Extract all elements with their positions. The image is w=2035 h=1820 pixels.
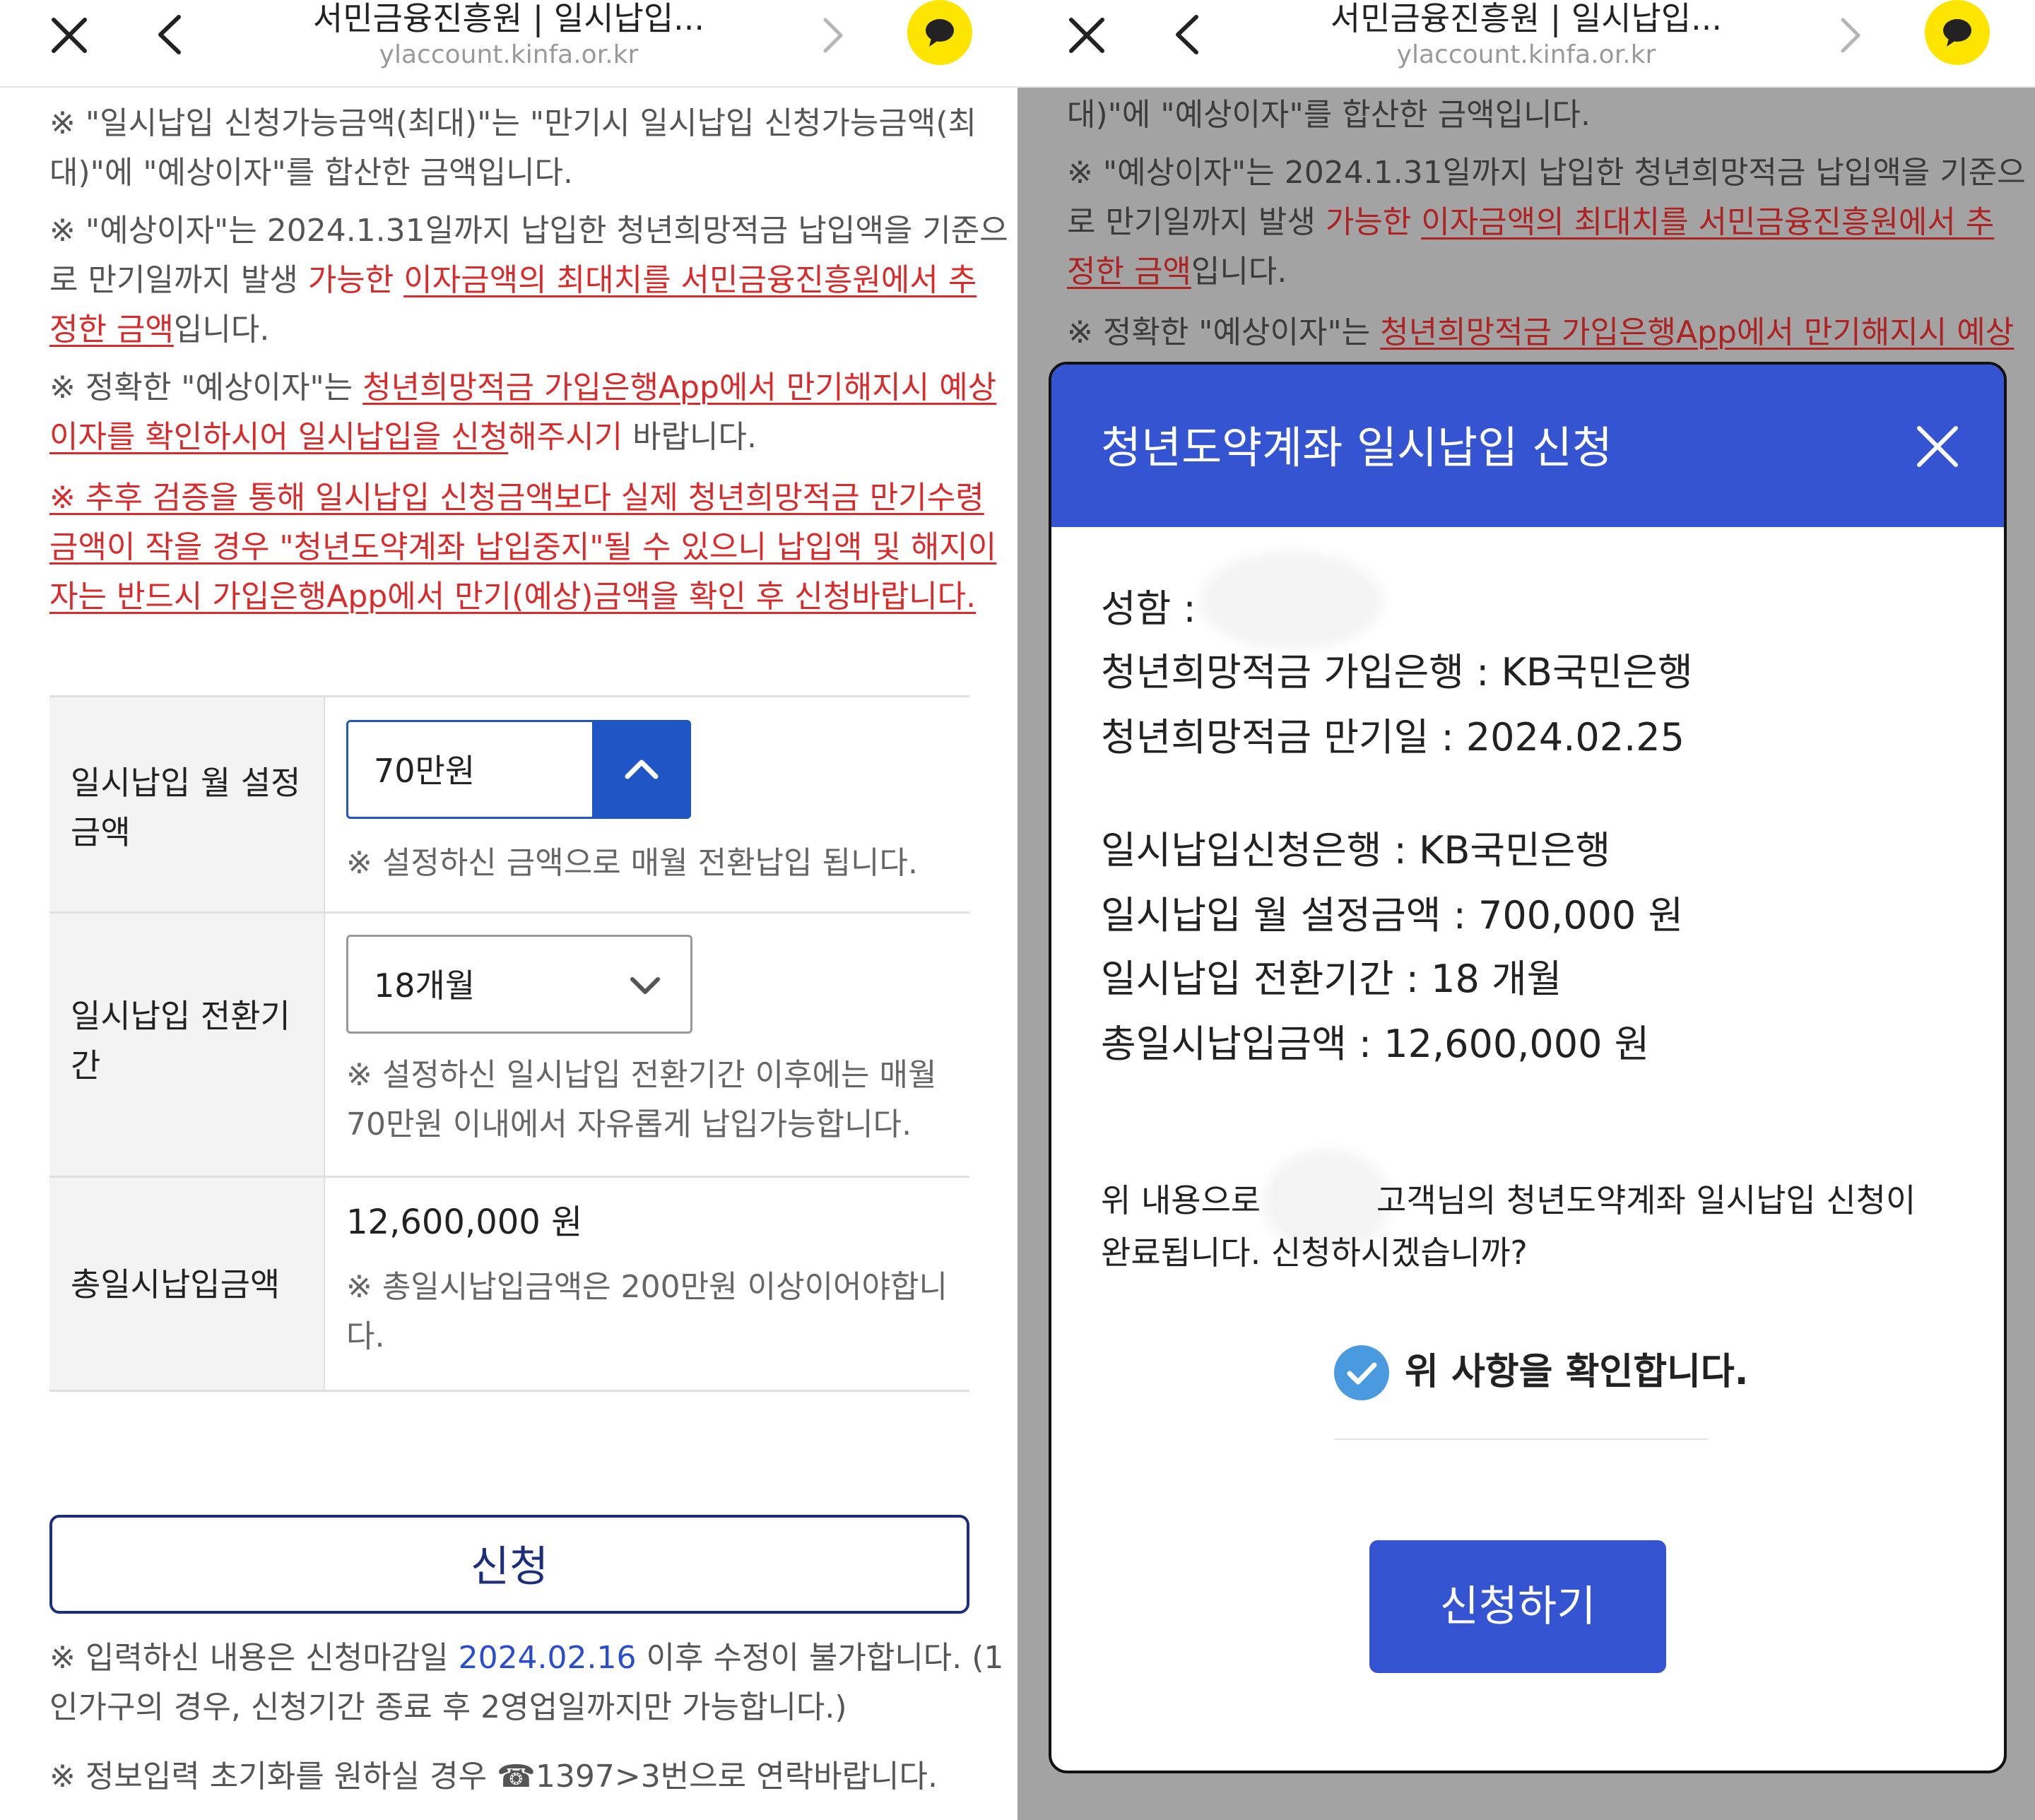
monthly-amount-label-line-1: 일시납입 월 설정 [71,764,301,802]
monthly-amount-row: 일시납입 월 설정 금액 70만원 ※ 설정하신 금액으로 매월 전환납입 됩니… [49,695,969,911]
notice-4-line-1: ※ 추후 검증을 통해 일시납입 신청금액보다 실제 청년희망적금 만기수령 [49,480,984,516]
footer-note-1-text: ※ 입력하신 내용은 신청마감일 [49,1640,459,1676]
monthly-amount-select[interactable]: 70만원 [346,720,691,819]
footer-note-1-line-2: 인가구의 경우, 신청기간 종료 후 2영업일까지만 가능합니다.) [49,1689,847,1725]
notice-2-text-end: 입니다. [173,312,270,348]
right-screen: 서민금융진흥원 | 일시납입... ylaccount.kinfa.or.kr … [1018,0,2035,1820]
period-label: 일시납입 전환기 간 [49,914,325,1176]
notice-3-line-1: ※ 정확한 "예상이자"는 청년희망적금 가입은행App에서 만기해지시 예상 [49,363,996,413]
back-icon[interactable] [152,11,187,58]
kakaotalk-button[interactable] [1925,0,1990,65]
kakaotalk-button[interactable] [907,0,972,65]
total-note-line-2: 다. [346,1318,385,1354]
notice-1-line-1: ※ "일시납입 신청가능금액(최대)"는 "만기시 일시납입 신청가능금액(최 [49,105,977,141]
notice-3-line-2: 이자를 확인하시어 일시납입을 신청해주시기 바랍니다. [49,413,757,462]
monthly-amount-label-line-2: 금액 [71,813,131,851]
browser-topbar: 서민금융진흥원 | 일시납입... ylaccount.kinfa.or.kr [0,0,1018,88]
total-row: 총일시납입금액 12,600,000 원 ※ 총일시납입금액은 200만원 이상… [49,1176,969,1392]
notice-2-red-text: 가능한 [307,262,404,298]
monthly-amount-note: ※ 설정하신 금액으로 매월 전환납입 됩니다. [346,845,918,881]
period-note-line-1: ※ 설정하신 일시납입 전환기간 이후에는 매월 [346,1057,937,1093]
conversion-period-line: 일시납입 전환기간 : 18 개월 [1101,957,1562,1001]
lump-sum-form: 일시납입 월 설정 금액 70만원 ※ 설정하신 금액으로 매월 전환납입 됩니… [49,695,969,1392]
notice-3-text: ※ 정확한 "예상이자"는 [49,370,363,406]
notice-2-line-2: 로 만기일까지 발생 가능한 이자금액의 최대치를 서민금융진흥원에서 추 [49,256,977,305]
apply-button[interactable]: 신청 [49,1515,969,1614]
savings-bank-line: 청년희망적금 가입은행 : KB국민은행 [1101,650,1693,695]
dialog-header: 청년도약계좌 일시납입 신청 [1051,365,2004,527]
notice-3-link[interactable]: 청년희망적금 가입은행App에서 만기해지시 예상 [362,370,996,406]
footer-note-1-text-end: 이후 수정이 불가합니다. (1 [636,1640,1004,1676]
notice-4-line-3: 자는 반드시 가입은행App에서 만기(예상)금액을 확인 후 신청바랍니다. [49,579,977,615]
check-icon [1347,1362,1377,1385]
period-label-line-2: 간 [71,1046,101,1085]
footer-note-2: ※ 정보입력 초기화를 원하실 경우 ☎1397>3번으로 연락바랍니다. [49,1759,938,1795]
page-title: 서민금융진흥원 | 일시납입... [1330,0,1723,37]
monthly-amount-line: 일시납입 월 설정금액 : 700,000 원 [1101,893,1684,938]
dialog-title: 청년도약계좌 일시납입 신청 [1101,422,1612,473]
notice-2-line-1: ※ "예상이자"는 2024.1.31일까지 납입한 청년희망적금 납입액을 기… [49,213,1008,249]
period-note-line-2: 70만원 이내에서 자유롭게 납입가능합니다. [346,1106,912,1142]
total-label: 총일시납입금액 [49,1178,325,1390]
divider [1334,1438,1709,1440]
period-select[interactable]: 18개월 [346,935,692,1034]
back-icon[interactable] [1169,11,1205,58]
page-url: ylaccount.kinfa.or.kr [1396,40,1656,69]
confirm-text-start: 위 내용으로 [1101,1181,1261,1219]
forward-icon[interactable] [818,14,847,57]
dialog-close-icon[interactable] [1915,424,1960,469]
notice-2-link-cont[interactable]: 정한 금액 [49,312,174,348]
close-icon[interactable] [1066,14,1108,57]
checkbox-checked[interactable] [1334,1345,1389,1400]
kakaotalk-icon [1943,19,1971,47]
total-label-text: 총일시납입금액 [71,1265,281,1304]
kakaotalk-icon [926,19,954,47]
maturity-date-line: 청년희망적금 만기일 : 2024.02.25 [1101,715,1685,760]
applicant-name-label: 성함 : [1101,586,1196,631]
period-value: 18개월 [374,967,476,1005]
confirm-text-line-2: 완료됩니다. 신청하시겠습니까? [1101,1234,1528,1272]
notice-3-red-text: 해주시기 [508,419,623,455]
total-value: 12,600,000 원 [346,1202,583,1242]
monthly-amount-value: 70만원 [374,752,476,790]
notice-2-link[interactable]: 이자금액의 최대치를 서민금융진흥원에서 추 [403,262,977,298]
notice-3-link-cont[interactable]: 이자를 확인하시어 일시납입을 신청 [49,419,508,455]
browser-topbar: 서민금융진흥원 | 일시납입... ylaccount.kinfa.or.kr [1018,0,2035,88]
period-label-line-1: 일시납입 전환기 [71,997,290,1035]
deadline-date: 2024.02.16 [458,1640,637,1676]
monthly-amount-label: 일시납입 월 설정 금액 [49,697,325,911]
left-screen: 서민금융진흥원 | 일시납입... ylaccount.kinfa.or.kr … [0,0,1018,1820]
notice-2-text: 로 만기일까지 발생 [49,262,308,298]
submit-button-label: 신청하기 [1439,1582,1596,1631]
monthly-amount-toggle[interactable] [592,720,691,819]
notice-4-line-2: 금액이 작을 경우 "청년도약계좌 납입중지"될 수 있으니 납입액 및 해지이 [49,529,997,565]
chevron-down-icon [630,977,660,994]
period-row: 일시납입 전환기 간 18개월 ※ 설정하신 일시납입 전환기간 이후에는 매월… [49,911,969,1176]
notice-3-text-end: 바랍니다. [623,419,757,455]
confirm-text-line-1: 고객님의 청년도약계좌 일시납입 신청이 [1376,1181,1916,1219]
footer-note-1-line-1: ※ 입력하신 내용은 신청마감일 2024.02.16 이후 수정이 불가합니다… [49,1633,1003,1683]
total-note-line-1: ※ 총일시납입금액은 200만원 이상이어야합니 [346,1269,948,1305]
forward-icon[interactable] [1836,14,1864,57]
chevron-up-icon [625,760,659,779]
confirm-checkbox-label[interactable]: 위 사항을 확인합니다. [1405,1347,1749,1398]
close-icon[interactable] [48,14,90,57]
notice-1-line-2: 대)"에 "예상이자"를 합산한 금액입니다. [49,155,574,191]
total-amount-line: 총일시납입금액 : 12,600,000 원 [1101,1022,1650,1066]
submit-application-button[interactable]: 신청하기 [1369,1540,1666,1673]
redacted-name [1200,551,1384,650]
notice-2-line-3: 정한 금액입니다. [49,305,269,355]
page-url: ylaccount.kinfa.or.kr [379,40,639,69]
page-title: 서민금융진흥원 | 일시납입... [312,0,705,37]
apply-button-label: 신청 [470,1542,549,1592]
lump-sum-dialog: 청년도약계좌 일시납입 신청 성함 : 청년희망적금 가입은행 : KB국민은행… [1049,362,2007,1773]
apply-bank-line: 일시납입신청은행 : KB국민은행 [1101,828,1611,873]
